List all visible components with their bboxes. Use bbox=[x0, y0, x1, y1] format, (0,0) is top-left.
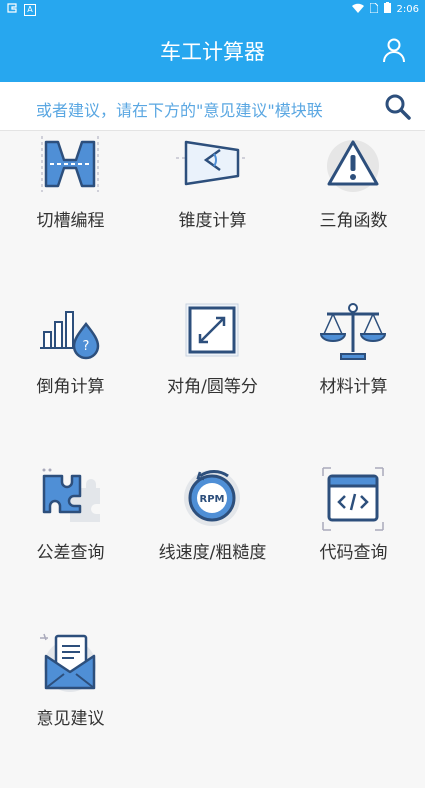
sim-icon bbox=[369, 2, 379, 16]
tile-label: 材料计算 bbox=[319, 377, 388, 397]
tile-label: 对角/圆等分 bbox=[167, 377, 258, 397]
tile-label: 意见建议 bbox=[36, 709, 105, 729]
warning-icon bbox=[313, 132, 393, 202]
wifi-icon bbox=[351, 3, 364, 16]
notification-icon bbox=[6, 2, 18, 17]
tile-label: 三角函数 bbox=[319, 211, 388, 231]
app-bar: 车工计算器 bbox=[0, 18, 425, 82]
tile-label: 公差查询 bbox=[36, 543, 105, 563]
page-title: 车工计算器 bbox=[160, 40, 265, 64]
diagonal-icon bbox=[172, 298, 252, 368]
battery-icon bbox=[383, 2, 391, 16]
search-bar: 或者建议，请在下方的"意见建议"模块联 bbox=[0, 82, 425, 131]
tile-label: 切槽编程 bbox=[36, 211, 105, 231]
taper-icon bbox=[172, 132, 252, 202]
tile-groove-programming[interactable]: 切槽编程 bbox=[0, 130, 141, 290]
tile-speed-roughness[interactable]: RPM 线速度/粗糙度 bbox=[142, 462, 283, 622]
tile-material-calc[interactable]: 材料计算 bbox=[283, 296, 424, 456]
tile-label: 倒角计算 bbox=[36, 377, 105, 397]
tile-tolerance-query[interactable]: 公差查询 bbox=[0, 462, 141, 622]
clock: 2:06 bbox=[396, 3, 419, 15]
user-icon[interactable] bbox=[381, 37, 407, 63]
search-icon[interactable] bbox=[383, 92, 413, 122]
tile-label: 线速度/粗糙度 bbox=[158, 543, 267, 563]
tile-label: 锥度计算 bbox=[178, 211, 247, 231]
groove-icon bbox=[30, 132, 110, 202]
status-bar: A 2:06 bbox=[0, 0, 425, 18]
svg-text:?: ? bbox=[83, 339, 90, 354]
svg-text:RPM: RPM bbox=[200, 494, 225, 505]
puzzle-icon bbox=[30, 464, 110, 534]
tile-code-query[interactable]: 代码查询 bbox=[283, 462, 424, 622]
tile-feedback[interactable]: 意见建议 bbox=[0, 628, 141, 788]
scale-icon bbox=[313, 298, 393, 368]
tile-diagonal-division[interactable]: 对角/圆等分 bbox=[142, 296, 283, 456]
tile-taper-calc[interactable]: 锥度计算 bbox=[142, 130, 283, 290]
tile-label: 代码查询 bbox=[319, 543, 388, 563]
mail-icon bbox=[30, 630, 110, 700]
app-a-icon: A bbox=[24, 3, 36, 16]
chamfer-chart-icon: ? bbox=[30, 298, 110, 368]
tile-chamfer-calc[interactable]: ? 倒角计算 bbox=[0, 296, 141, 456]
notice-marquee: 或者建议，请在下方的"意见建议"模块联 bbox=[36, 101, 323, 120]
rpm-icon: RPM bbox=[172, 464, 252, 534]
tile-trig-functions[interactable]: 三角函数 bbox=[283, 130, 424, 290]
code-icon bbox=[313, 464, 393, 534]
